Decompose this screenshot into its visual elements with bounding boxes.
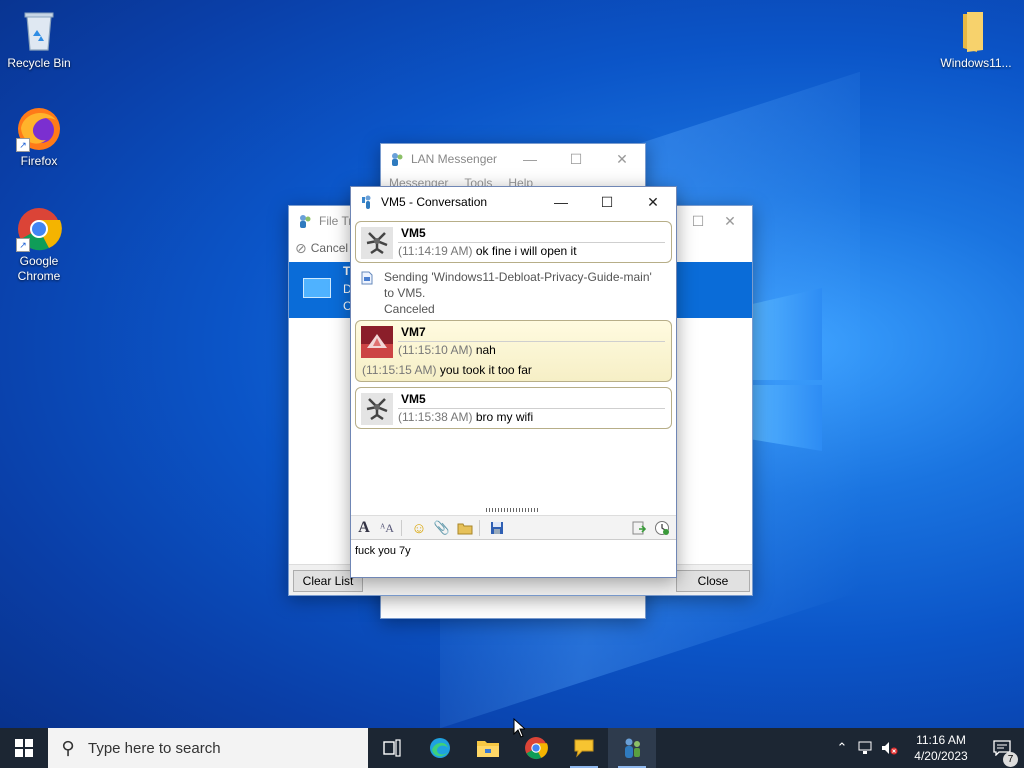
task-view-button[interactable] — [368, 728, 416, 768]
shortcut-arrow-icon: ↗ — [16, 238, 30, 252]
input-toolbar: A ᴬA ☺ 📎 — [351, 515, 676, 540]
notification-count-badge: 7 — [1003, 752, 1018, 767]
windows-icon — [15, 739, 33, 757]
chevron-up-icon[interactable]: ⌃ — [830, 740, 854, 756]
recycle-bin-icon — [16, 8, 62, 54]
notice-line: Sending 'Windows11-Debloat-Privacy-Guide… — [384, 270, 652, 284]
desktop-icon-firefox[interactable]: ↗ Firefox — [1, 106, 77, 169]
close-button[interactable]: ✕ — [630, 187, 676, 217]
chrome-icon: ↗ — [16, 206, 62, 252]
conversation-window[interactable]: VM5 - Conversation — ☐ ✕ VM5 (11:14:19 A… — [350, 186, 677, 578]
splitter-handle[interactable] — [486, 508, 540, 512]
desktop-icon-google-chrome[interactable]: ↗ Google Chrome — [1, 206, 77, 284]
close-button[interactable]: ✕ — [707, 206, 753, 236]
lan-messenger-title: LAN Messenger — [411, 152, 498, 166]
font-color-icon[interactable]: ᴬA — [377, 518, 397, 538]
font-icon[interactable]: A — [354, 518, 374, 538]
chat-message: VM5 (11:14:19 AM) ok fine i will open it — [355, 221, 672, 263]
save-icon[interactable] — [487, 518, 507, 538]
network-icon[interactable] — [854, 741, 878, 755]
desktop-icon-label: Google Chrome — [17, 254, 61, 283]
firefox-icon: ↗ — [16, 106, 62, 152]
windows-wallpaper-logo — [750, 288, 822, 453]
volume-muted-icon[interactable] — [878, 741, 902, 755]
search-icon: ⚲ — [61, 737, 75, 758]
conversation-icon — [359, 194, 375, 210]
clock-time: 11:16 AM — [916, 733, 966, 747]
message-time: (11:15:10 AM) — [398, 343, 473, 357]
search-placeholder: Type here to search — [88, 739, 221, 757]
minimize-button[interactable]: — — [538, 187, 584, 217]
notice-line: Canceled — [384, 302, 435, 316]
taskbar-lan-messenger[interactable] — [608, 728, 656, 768]
cancel-transfer-button[interactable]: Cancel — [311, 241, 348, 255]
mouse-cursor-icon — [513, 718, 525, 738]
maximize-button[interactable]: ☐ — [553, 144, 599, 174]
folder-icon — [477, 741, 499, 757]
message-text: ok fine i will open it — [475, 244, 577, 258]
conversation-title: VM5 - Conversation — [381, 195, 488, 209]
message-text: bro my wifi — [475, 410, 534, 424]
message-sender: VM5 — [401, 392, 426, 406]
edge-icon — [430, 738, 450, 758]
avatar — [361, 326, 393, 358]
chrome-icon — [525, 737, 548, 760]
message-sender: VM5 — [401, 226, 426, 240]
message-line: (11:14:19 AM) ok fine i will open it — [398, 244, 577, 258]
smiley-icon[interactable]: ☺ — [409, 518, 429, 538]
desktop-icon-recycle-bin[interactable]: Recycle Bin — [1, 8, 77, 71]
task-view-icon — [383, 739, 401, 757]
message-time: (11:15:38 AM) — [398, 410, 473, 424]
minimize-button[interactable]: — — [507, 144, 553, 174]
message-time: (11:14:19 AM) — [398, 244, 473, 258]
message-line: (11:15:38 AM) bro my wifi — [398, 410, 533, 424]
notice-line: to VM5. — [384, 286, 426, 300]
history-icon[interactable] — [652, 518, 672, 538]
desktop-icon-label: Firefox — [20, 154, 58, 168]
message-sender: VM7 — [401, 325, 426, 339]
chat-message: VM7 (11:15:10 AM) nah (11:15:15 AM) you … — [355, 320, 672, 382]
message-time: (11:15:15 AM) — [362, 363, 437, 377]
chat-bubble-icon — [574, 739, 594, 758]
chat-history[interactable]: VM5 (11:14:19 AM) ok fine i will open it… — [351, 217, 676, 507]
system-tray: ⌃ 11:16 AM 4/20/2023 7 — [830, 728, 1024, 768]
attach-file-icon[interactable]: 📎 — [432, 518, 452, 538]
monitor-icon — [303, 278, 331, 298]
folder-icon — [953, 8, 999, 54]
broadcast-icon[interactable] — [629, 518, 649, 538]
avatar — [361, 393, 393, 425]
file-transfer-notice: Sending 'Windows11-Debloat-Privacy-Guide… — [361, 269, 666, 317]
taskbar-edge[interactable] — [416, 728, 464, 768]
taskbar: ⚲ Type here to search ⌃ 11:16 AM 4/20/20… — [0, 728, 1024, 768]
chat-message: VM5 (11:15:38 AM) bro my wifi — [355, 387, 672, 429]
lan-messenger-titlebar[interactable]: LAN Messenger — ☐ ✕ — [381, 144, 645, 174]
desktop-icon-label: Recycle Bin — [7, 56, 71, 70]
lan-messenger-icon — [389, 151, 405, 167]
lan-messenger-icon — [625, 738, 640, 758]
start-button[interactable] — [0, 728, 48, 768]
taskbar-file-explorer[interactable] — [464, 728, 512, 768]
close-button[interactable]: ✕ — [599, 144, 645, 174]
message-text: you took it too far — [439, 363, 532, 377]
clock-date: 4/20/2023 — [914, 749, 968, 763]
desktop-icon-label: Windows11... — [940, 56, 1012, 70]
message-line: (11:15:15 AM) you took it too far — [362, 363, 532, 377]
taskbar-chat-app[interactable] — [560, 728, 608, 768]
message-input[interactable]: fuck you 7y — [351, 539, 676, 577]
clock[interactable]: 11:16 AM 4/20/2023 — [902, 732, 980, 764]
cancel-icon: ⊘ — [295, 239, 307, 256]
conversation-titlebar[interactable]: VM5 - Conversation — ☐ ✕ — [351, 187, 676, 217]
desktop-icon-folder[interactable]: Windows11... — [936, 8, 1016, 71]
shortcut-arrow-icon: ↗ — [16, 138, 30, 152]
send-folder-icon[interactable] — [455, 518, 475, 538]
notification-center-button[interactable]: 7 — [980, 740, 1024, 767]
close-dialog-button[interactable]: Close — [676, 570, 750, 592]
file-transfer-icon — [297, 213, 313, 229]
avatar — [361, 227, 393, 259]
message-text: nah — [475, 343, 496, 357]
taskbar-search-box[interactable]: ⚲ Type here to search — [48, 728, 368, 768]
maximize-button[interactable]: ☐ — [584, 187, 630, 217]
message-line: (11:15:10 AM) nah — [398, 343, 496, 357]
file-icon — [361, 271, 373, 285]
